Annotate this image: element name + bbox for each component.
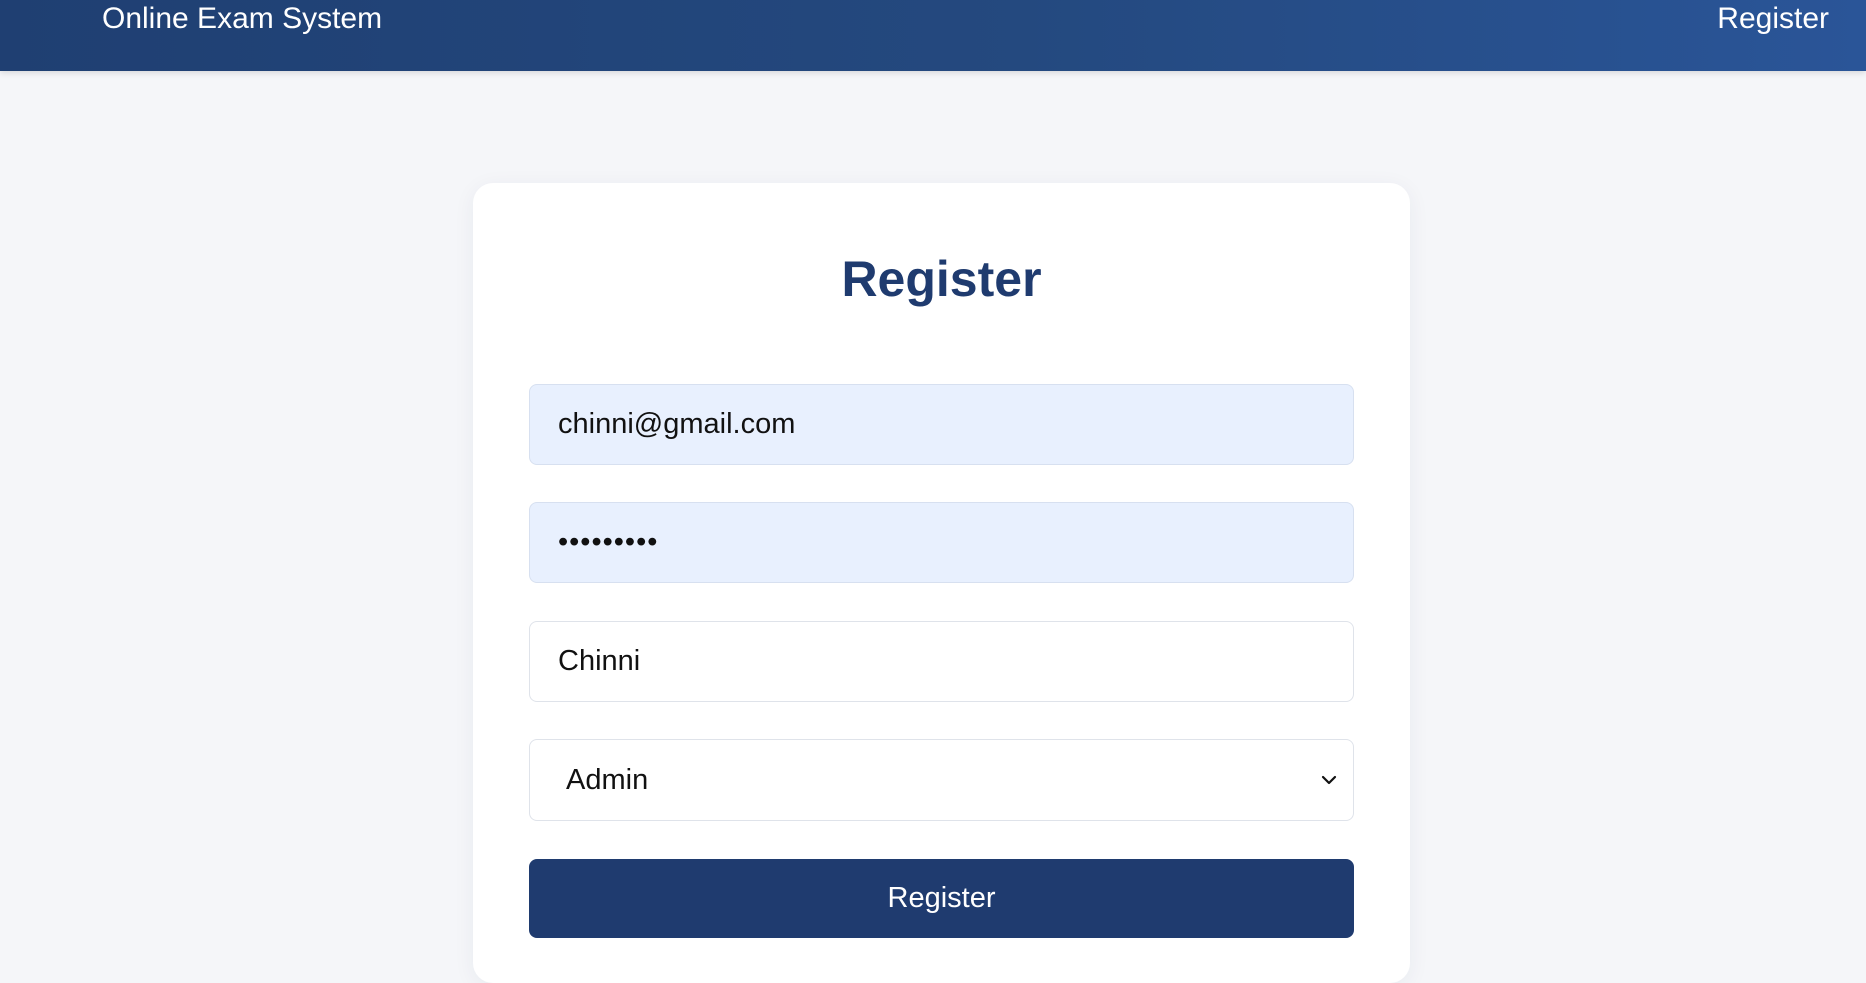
email-field[interactable] <box>529 384 1354 465</box>
nav-register-link[interactable]: Register <box>1717 0 1829 38</box>
role-select-value: Admin <box>566 764 649 796</box>
form-title: Register <box>841 251 1042 307</box>
chevron-down-icon <box>1321 775 1337 785</box>
name-field[interactable] <box>529 621 1354 702</box>
register-button[interactable]: Register <box>529 859 1354 938</box>
top-navbar: Online Exam System Register <box>0 0 1866 71</box>
role-select[interactable]: Admin <box>529 739 1354 821</box>
password-field[interactable] <box>529 502 1354 583</box>
brand-title[interactable]: Online Exam System <box>102 0 382 38</box>
